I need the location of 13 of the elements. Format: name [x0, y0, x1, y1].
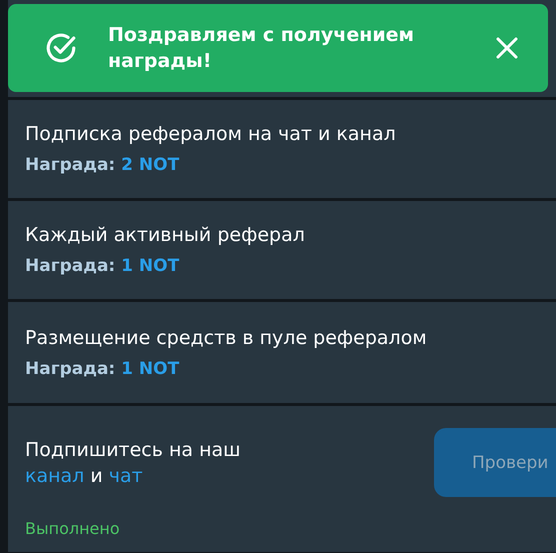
task-title: Каждый активный реферал: [25, 224, 306, 246]
reward-text: Награда: 2 NOT: [25, 155, 180, 175]
close-icon[interactable]: [496, 37, 518, 59]
task-title: Подписка рефералом на чат и канал: [25, 123, 397, 145]
reward-text: Награда: 1 NOT: [25, 256, 180, 276]
toast-message: Поздравляем с получением награды!: [108, 23, 416, 74]
reward-text: Награда: 1 NOT: [25, 358, 180, 378]
status-text: Выполнено: [25, 519, 121, 538]
chat-link[interactable]: чат: [108, 464, 143, 486]
channel-link[interactable]: канал: [25, 464, 84, 486]
task-title: Размещение средств в пуле рефералом: [25, 326, 428, 348]
task-description: Подпишитесь на наш канал и чат: [25, 438, 241, 488]
check-circle-icon: [44, 31, 78, 65]
